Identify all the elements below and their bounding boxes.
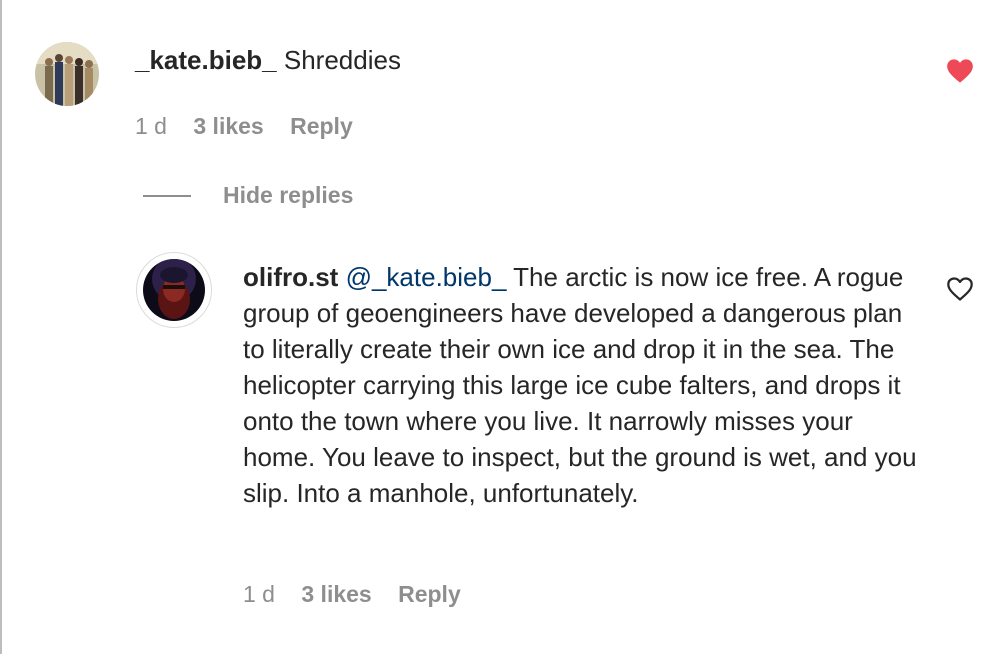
avatar[interactable] [143, 259, 205, 321]
left-edge-divider [0, 0, 2, 654]
reply-meta: 1 d 3 likes Reply [243, 580, 481, 608]
avatar[interactable] [35, 42, 99, 106]
reply-text: The arctic is now ice free. A rogue grou… [243, 262, 917, 508]
replies-divider [143, 195, 191, 197]
comment-time[interactable]: 1 d [135, 113, 167, 139]
comment-reply-button[interactable]: Reply [290, 113, 353, 139]
comment-username[interactable]: _kate.bieb_ [135, 45, 277, 75]
comment-text: Shreddies [283, 45, 401, 75]
comment-meta: 1 d 3 likes Reply [135, 112, 373, 140]
comment-likes[interactable]: 3 likes [193, 113, 263, 139]
heart-icon-outline[interactable] [946, 276, 974, 302]
reply-mention[interactable]: @_kate.bieb_ [346, 262, 507, 292]
reply-likes[interactable]: 3 likes [301, 581, 371, 607]
hide-replies-button[interactable]: Hide replies [223, 181, 353, 209]
reply-reply-button[interactable]: Reply [398, 581, 461, 607]
heart-icon-filled[interactable] [946, 58, 974, 84]
reply-time[interactable]: 1 d [243, 581, 275, 607]
reply-body: olifro.st @_kate.bieb_ The arctic is now… [243, 259, 923, 511]
reply-username[interactable]: olifro.st [243, 262, 338, 292]
comment-body: _kate.bieb_ Shreddies [135, 44, 401, 76]
